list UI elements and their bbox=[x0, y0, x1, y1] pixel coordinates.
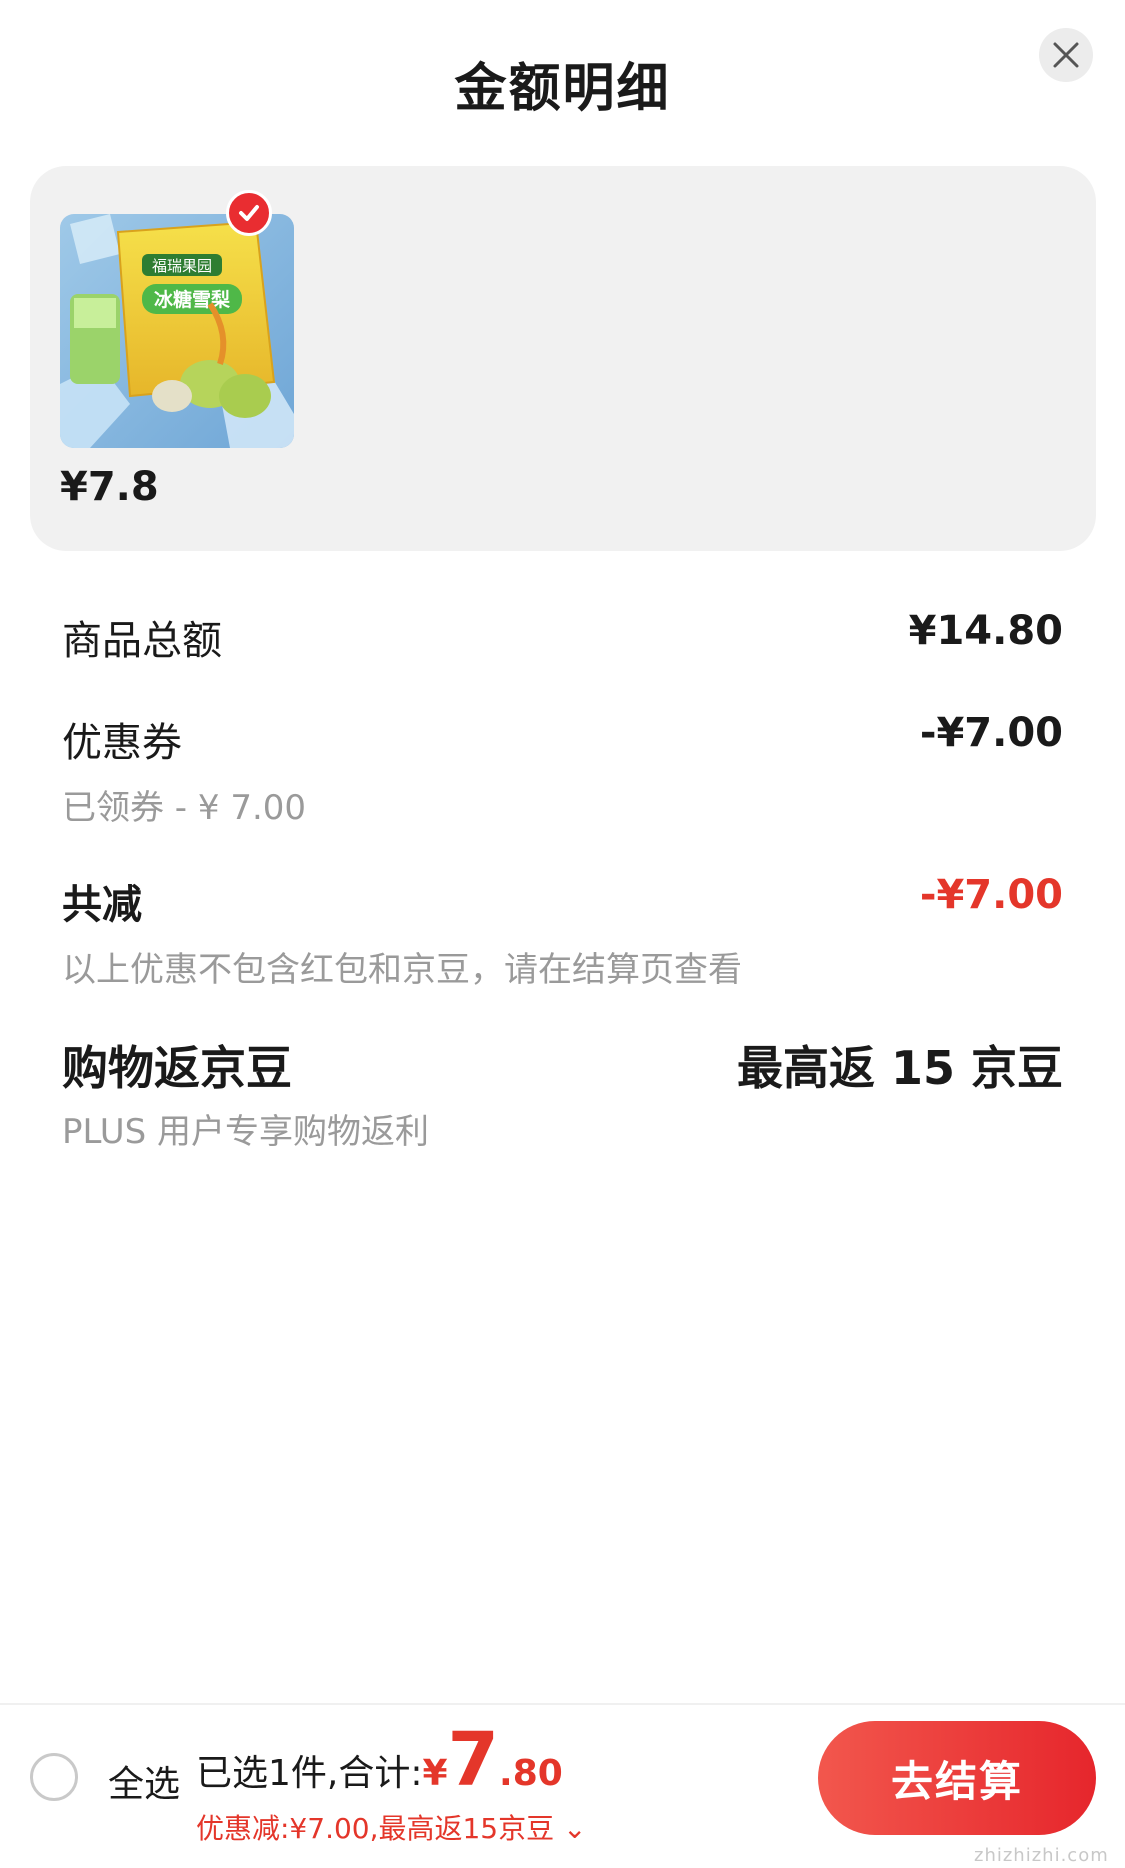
coupon-value: -¥7.00 bbox=[919, 710, 1063, 756]
product-card: 福瑞果园 冰糖雪梨 ¥7.8 bbox=[30, 166, 1096, 551]
beans-value: 最高返 15 京豆 bbox=[736, 1041, 1063, 1095]
coupon-label: 优惠券 bbox=[62, 720, 182, 766]
total-discount-note: 以上优惠不包含红包和京豆，请在结算页查看 bbox=[62, 950, 742, 990]
watermark-text: zhizhizhi.com bbox=[974, 1845, 1109, 1866]
selected-count-text: 已选1件,合计: bbox=[196, 1753, 423, 1794]
beans-sub: PLUS 用户专享购物返利 bbox=[62, 1112, 430, 1152]
close-button[interactable] bbox=[1039, 28, 1093, 82]
total-discount-label: 共减 bbox=[62, 882, 142, 928]
select-all-radio[interactable] bbox=[30, 1753, 78, 1801]
amount-detail-sheet: 金额明细 福瑞果园 冰糖雪梨 ¥7.8 商品总额 ¥14.80 优惠券 -¥7.… bbox=[0, 0, 1125, 1868]
subtotal-value: ¥14.80 bbox=[908, 608, 1063, 654]
product-price: ¥7.8 bbox=[60, 464, 159, 510]
select-all-label[interactable]: 全选 bbox=[108, 1755, 180, 1807]
coupon-sub: 已领券 - ¥ 7.00 bbox=[62, 788, 307, 828]
check-icon bbox=[239, 205, 259, 221]
total-decimal: .80 bbox=[499, 1753, 563, 1794]
beans-label: 购物返京豆 bbox=[62, 1041, 292, 1095]
image-label-2: 冰糖雪梨 bbox=[154, 288, 231, 311]
selected-check-badge[interactable] bbox=[226, 190, 272, 236]
sheet-title: 金额明细 bbox=[454, 59, 671, 119]
close-icon bbox=[1053, 42, 1079, 68]
total-summary: 已选1件,合计:¥7.80 bbox=[196, 1723, 563, 1797]
total-currency: ¥ bbox=[422, 1753, 448, 1794]
image-label-1: 福瑞果园 bbox=[152, 257, 212, 275]
product-image[interactable]: 福瑞果园 冰糖雪梨 bbox=[60, 214, 294, 448]
total-discount-value: -¥7.00 bbox=[919, 872, 1063, 918]
checkout-bar: 全选 已选1件,合计:¥7.80 优惠减:¥7.00,最高返15京豆 ⌄ 去结算 bbox=[0, 1703, 1125, 1868]
total-integer: 7 bbox=[447, 1717, 500, 1803]
watermark-logo: zhizhizhi.com bbox=[970, 1775, 1120, 1866]
subtotal-label: 商品总额 bbox=[62, 618, 222, 664]
discount-detail-toggle[interactable]: 优惠减:¥7.00,最高返15京豆 ⌄ bbox=[196, 1807, 586, 1847]
